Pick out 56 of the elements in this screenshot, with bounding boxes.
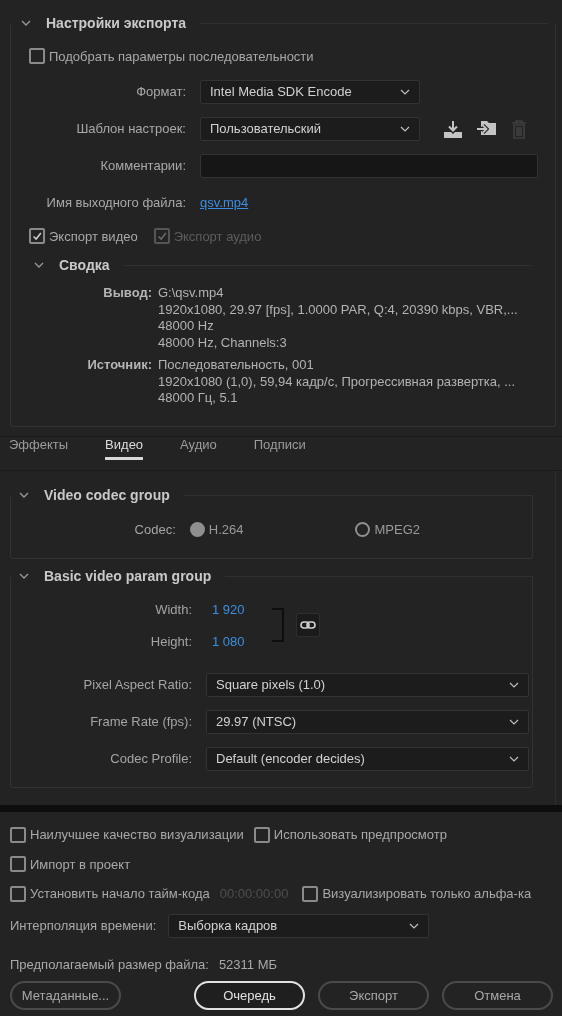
field-label: Шаблон настроек: <box>75 121 186 136</box>
dropdown[interactable]: Square pixels (1.0) <box>206 672 529 697</box>
chain-link-icon <box>300 620 316 630</box>
dialog-button[interactable]: Очередь <box>194 981 305 1010</box>
tab[interactable]: Эффекты <box>9 437 69 460</box>
summary-label: Вывод: <box>102 285 152 302</box>
dimension-value[interactable]: 1 080 <box>212 633 272 649</box>
summary-text: 48000 Гц, 5.1 <box>158 390 239 407</box>
field-label: Height: <box>149 633 192 649</box>
comment-input[interactable] <box>200 153 538 178</box>
summary-label: Источник: <box>86 357 152 374</box>
summary-text: 1920x1080 (1,0), 59,94 кадр/с, Прогрессивная развертка, ... <box>158 373 517 390</box>
dropdown[interactable]: Default (encoder decides) <box>206 746 529 771</box>
checkbox[interactable]: Установить начало тайм-кода <box>10 885 210 902</box>
radio-option[interactable]: H.264 <box>189 522 244 537</box>
field-label: Интерполяция времени: <box>10 918 157 933</box>
link-button[interactable] <box>296 613 320 637</box>
field-label: Codec: <box>133 522 176 537</box>
field-label: Формат: <box>135 84 186 99</box>
checkbox[interactable]: Наилучшее качество визуализации <box>10 826 244 843</box>
summary-text: Последовательность, 001 <box>158 357 315 374</box>
dimension-value[interactable]: 1 920 <box>212 601 272 617</box>
field-label: Предполагаемый размер файла: <box>10 957 209 972</box>
field-label: Width: <box>154 601 192 617</box>
summary-text: 48000 Hz, Channels:3 <box>158 334 288 351</box>
file-name-link[interactable]: qsv.mp4 <box>200 195 249 210</box>
tab[interactable]: Аудио <box>180 437 217 460</box>
group-title: Basic video param group <box>44 568 212 584</box>
section-title: Сводка <box>59 257 110 273</box>
dropdown[interactable]: Intel Media SDK Encode <box>200 79 420 104</box>
field-label: Codec Profile: <box>109 751 192 766</box>
checkbox[interactable]: Подобрать параметры последовательности <box>29 48 314 64</box>
file-size-value: 52311 МБ <box>218 957 278 972</box>
dropdown[interactable]: Выборка кадров <box>168 913 430 938</box>
group-title: Video codec group <box>44 487 170 503</box>
summary-text: 1920x1080, 29.97 [fps], 1.0000 PAR, Q:4, 20390 kbps, VBR,... <box>158 301 519 318</box>
section-title: Настройки экспорта <box>46 15 187 31</box>
dialog-button[interactable]: Экспорт <box>318 981 429 1010</box>
tab[interactable]: Видео <box>105 437 144 460</box>
dialog-button[interactable]: Метаданные... <box>10 981 121 1010</box>
tab[interactable]: Подписи <box>253 437 306 460</box>
summary-text: G:\qsv.mp4 <box>158 285 225 302</box>
download-icon[interactable] <box>442 118 464 139</box>
dropdown[interactable]: 29.97 (NTSC) <box>206 709 529 734</box>
radio-option[interactable]: MPEG2 <box>355 522 420 537</box>
field-label: Frame Rate (fps): <box>89 714 192 729</box>
field-label: Pixel Aspect Ratio: <box>82 677 192 692</box>
summary-text: 48000 Hz <box>158 318 215 335</box>
checkbox[interactable]: Импорт в проект <box>10 856 131 873</box>
checkbox[interactable]: Использовать предпросмотр <box>253 826 447 843</box>
dialog-button[interactable]: Отмена <box>442 981 553 1010</box>
dropdown[interactable]: Пользовательский <box>200 116 420 141</box>
checkbox[interactable]: Экспорт видео <box>29 228 138 244</box>
checkbox[interactable]: Визуализировать только альфа-ка <box>302 885 532 902</box>
field-label: Комментарии: <box>99 158 186 173</box>
field-label: Имя выходного файла: <box>45 195 186 210</box>
